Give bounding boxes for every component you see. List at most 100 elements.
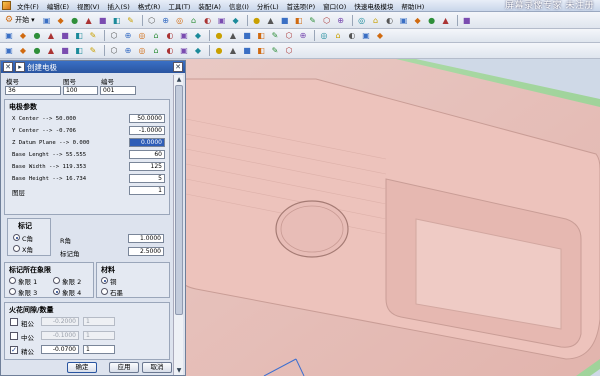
quadrant-1-radio[interactable] [9, 277, 16, 284]
pad-icon[interactable]: ◆ [192, 30, 204, 42]
undo-icon[interactable]: ✎ [125, 14, 137, 26]
center-icon[interactable]: ◧ [73, 30, 85, 42]
x-center-field[interactable]: 50.0000 [129, 114, 165, 123]
measure-icon[interactable]: ▣ [360, 30, 372, 42]
scroll-thumb[interactable] [175, 85, 183, 315]
line-icon[interactable]: ⊕ [335, 14, 347, 26]
offset-icon[interactable]: ✎ [269, 30, 281, 42]
surface-icon[interactable]: ⬡ [108, 45, 120, 57]
quadrant-icon[interactable]: ✎ [87, 30, 99, 42]
finish-gap-field[interactable]: -0.0700 [41, 345, 79, 354]
close-icon[interactable]: ⬡ [283, 45, 295, 57]
settings-icon[interactable]: ▲ [227, 45, 239, 57]
base-height-field[interactable]: 5 [129, 174, 165, 183]
dialog-scrollbar[interactable]: ▲ ▼ [173, 75, 183, 375]
sketch-icon[interactable]: ⊕ [160, 14, 172, 26]
grid-icon[interactable]: ◆ [192, 45, 204, 57]
shaded-icon[interactable]: ◎ [174, 14, 186, 26]
scroll-up-icon[interactable]: ▲ [174, 75, 184, 84]
chamfer-icon[interactable]: ▲ [227, 30, 239, 42]
body-icon[interactable]: ▲ [45, 45, 57, 57]
drawing-number-field[interactable]: 100 [63, 86, 98, 95]
c-corner-radio[interactable] [13, 234, 20, 241]
report-icon[interactable]: ✎ [269, 45, 281, 57]
edit-icon[interactable]: ✎ [307, 14, 319, 26]
close-icon[interactable]: ✕ [173, 62, 183, 72]
rough-gap-field[interactable]: -0.2000 [41, 317, 79, 326]
quadrant-4-radio[interactable] [53, 288, 60, 295]
menu-assembly[interactable]: 装配(A) [194, 1, 225, 11]
menu-electrode-module[interactable]: 快速电极模块 [350, 1, 397, 11]
intersect-body-icon[interactable]: ◐ [346, 30, 358, 42]
edge-icon[interactable]: ◧ [73, 45, 85, 57]
boss-icon[interactable]: ▣ [178, 30, 190, 42]
draft-icon[interactable]: ⊕ [122, 45, 134, 57]
menu-preferences[interactable]: 首选项(P) [283, 1, 320, 11]
mark-angle-field[interactable]: 2.5000 [128, 247, 164, 256]
base-length-field[interactable]: 60 [129, 150, 165, 159]
filter-icon[interactable]: ◆ [17, 30, 29, 42]
menu-info[interactable]: 信息(I) [225, 1, 253, 11]
sphere-icon[interactable]: ◆ [412, 14, 424, 26]
snap-icon[interactable]: ● [31, 30, 43, 42]
paste-icon[interactable]: ◧ [111, 14, 123, 26]
lock-icon[interactable]: ● [213, 45, 225, 57]
apply-button[interactable]: 应用 [109, 362, 139, 373]
point-icon[interactable]: ▣ [398, 14, 410, 26]
layer-field[interactable]: 1 [129, 186, 165, 195]
mirror-icon[interactable]: ⬡ [283, 30, 295, 42]
rough-qty-field[interactable]: 1 [83, 317, 115, 326]
part-icon[interactable]: ● [31, 45, 43, 57]
medium-qty-field[interactable]: 1 [83, 331, 115, 340]
split-icon[interactable]: ◎ [136, 45, 148, 57]
revolve-icon[interactable]: ⌂ [150, 30, 162, 42]
fit-icon[interactable]: ◐ [202, 14, 214, 26]
open-icon[interactable]: ◆ [55, 14, 67, 26]
save-icon[interactable]: ● [69, 14, 81, 26]
menu-format[interactable]: 格式(R) [134, 1, 165, 11]
hole-icon[interactable]: ◐ [164, 30, 176, 42]
rename-icon[interactable]: ▣ [178, 45, 190, 57]
midpoint-icon[interactable]: ■ [59, 30, 71, 42]
pan-icon[interactable]: ● [251, 14, 263, 26]
electrode-number-field[interactable]: 001 [100, 86, 136, 95]
layer-icon[interactable]: ■ [279, 14, 291, 26]
model-number-field[interactable]: 36 [5, 86, 61, 95]
finish-checkbox[interactable]: ✓ [10, 346, 18, 354]
menu-analysis[interactable]: 分析(L) [253, 1, 283, 11]
menu-help[interactable]: 帮助(H) [397, 1, 428, 11]
ok-button[interactable]: 确定 [67, 362, 97, 373]
assembly-icon[interactable]: ◆ [17, 45, 29, 57]
graphics-viewport[interactable] [186, 59, 600, 376]
menu-insert[interactable]: 插入(S) [104, 1, 134, 11]
wireframe-icon[interactable]: ⌂ [188, 14, 200, 26]
help-icon[interactable]: ■ [461, 14, 473, 26]
subtract-icon[interactable]: ⌂ [332, 30, 344, 42]
r-corner-field[interactable]: 1.0000 [128, 234, 164, 243]
show-hide-icon[interactable]: ⬡ [321, 14, 333, 26]
spline-icon[interactable]: ◐ [384, 14, 396, 26]
y-center-field[interactable]: -1.0000 [129, 126, 165, 135]
menu-file[interactable]: 文件(F) [13, 1, 43, 11]
move-icon[interactable]: ⌂ [150, 45, 162, 57]
x-corner-radio[interactable] [13, 245, 20, 252]
graphite-radio[interactable] [101, 288, 108, 295]
chart-icon[interactable]: ▲ [440, 14, 452, 26]
quadrant-2-radio[interactable] [53, 277, 60, 284]
view-orient-icon[interactable]: ▲ [265, 14, 277, 26]
dialog-menu-icon[interactable]: ✕ [3, 62, 13, 72]
rotate-icon[interactable]: ◆ [230, 14, 242, 26]
color-icon[interactable]: ◧ [293, 14, 305, 26]
trim-icon[interactable]: ◧ [255, 30, 267, 42]
rough-checkbox[interactable] [10, 318, 18, 326]
medium-gap-field[interactable]: -0.1000 [41, 331, 79, 340]
medium-checkbox[interactable] [10, 332, 18, 340]
menu-view[interactable]: 视图(V) [73, 1, 104, 11]
analysis-icon[interactable]: ◆ [374, 30, 386, 42]
redo-icon[interactable]: ⬡ [146, 14, 158, 26]
quadrant-3-radio[interactable] [9, 288, 16, 295]
face-icon[interactable]: ■ [59, 45, 71, 57]
blend-icon[interactable]: ● [213, 30, 225, 42]
start-button[interactable]: ⚙ 开始 ▾ [3, 15, 37, 25]
dialog-pin-icon[interactable]: ▸ [15, 62, 25, 72]
